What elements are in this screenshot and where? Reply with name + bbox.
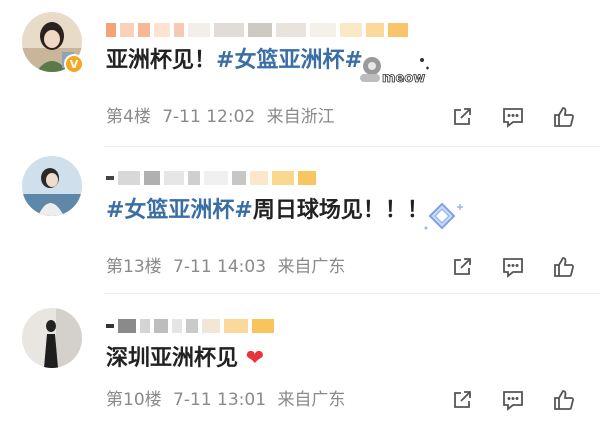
- share-icon: [454, 258, 471, 275]
- share-icon: [454, 391, 471, 408]
- comment-meta: 第13楼 7-11 14:03 来自广东: [106, 256, 345, 278]
- comment-plain-text: 周日球场见！！！: [252, 198, 429, 223]
- comment-icon: [503, 258, 523, 278]
- meow-cat-sticker: meow: [356, 52, 436, 88]
- verified-badge: V: [64, 54, 84, 74]
- comment-location: 来自广东: [277, 257, 346, 277]
- share-button[interactable]: [448, 103, 476, 131]
- user-avatar[interactable]: [22, 156, 82, 216]
- reply-button[interactable]: [499, 386, 527, 414]
- comment-plain-text: 深圳亚洲杯见: [106, 346, 239, 371]
- comment-divider: [104, 293, 600, 294]
- comment-text: 深圳亚洲杯见 ❤: [106, 344, 264, 374]
- share-button[interactable]: [448, 386, 476, 414]
- comment-divider: [104, 146, 600, 147]
- comment-meta: 第4楼 7-11 12:02 来自浙江: [106, 106, 335, 128]
- like-button[interactable]: [550, 386, 578, 414]
- heart-emoji: ❤: [245, 346, 265, 371]
- comment-text: #女篮亚洲杯#周日球场见！！！: [106, 196, 429, 226]
- floor-number: 第13楼: [106, 257, 162, 277]
- comment-time: 7-11 14:03: [173, 257, 267, 277]
- comment-meta: 第10楼 7-11 13:01 来自广东: [106, 389, 345, 411]
- user-avatar[interactable]: [22, 308, 82, 368]
- diamond-sticker: [418, 198, 466, 238]
- username-pixelated[interactable]: [106, 20, 408, 40]
- comment-location: 来自浙江: [266, 107, 335, 127]
- comment-icon: [503, 391, 523, 411]
- topic-link[interactable]: #女篮亚洲杯#: [216, 48, 363, 73]
- floor-number: 第10楼: [106, 390, 162, 410]
- topic-link[interactable]: #女篮亚洲杯#: [106, 198, 253, 223]
- username-pixelated[interactable]: [106, 168, 316, 188]
- like-button[interactable]: [550, 103, 578, 131]
- like-icon: [554, 257, 574, 277]
- share-icon: [454, 108, 471, 125]
- like-icon: [554, 390, 574, 410]
- comment-plain-text: 亚洲杯见！: [106, 48, 217, 73]
- comment-time: 7-11 13:01: [173, 390, 267, 410]
- username-pixelated[interactable]: [106, 316, 274, 336]
- share-button[interactable]: [448, 253, 476, 281]
- svg-text:meow: meow: [382, 71, 425, 86]
- comment-text: 亚洲杯见！#女篮亚洲杯#: [106, 46, 363, 76]
- reply-button[interactable]: [499, 253, 527, 281]
- reply-button[interactable]: [499, 103, 527, 131]
- comment-icon: [503, 108, 523, 128]
- comment-time: 7-11 12:02: [162, 107, 256, 127]
- like-button[interactable]: [550, 253, 578, 281]
- like-icon: [554, 107, 574, 127]
- comment-location: 来自广东: [277, 390, 346, 410]
- floor-number: 第4楼: [106, 107, 151, 127]
